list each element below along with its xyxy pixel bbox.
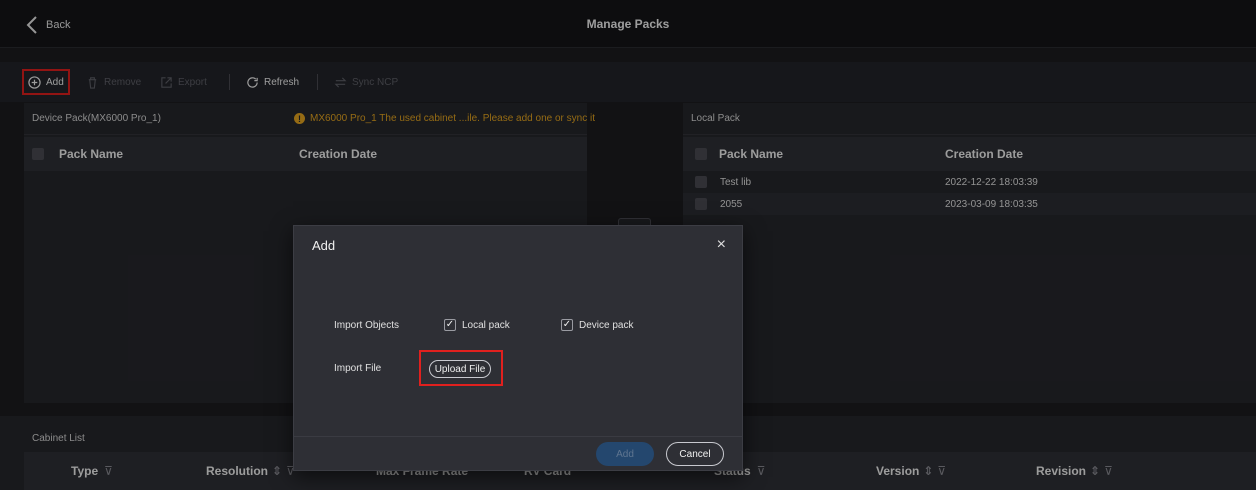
dialog-add-button[interactable]: Add [596, 442, 654, 466]
check-icon: ✓ [444, 319, 456, 331]
local-pack-checkbox[interactable]: ✓ Local pack [444, 319, 510, 331]
close-icon[interactable]: × [717, 236, 726, 254]
dialog-divider [294, 436, 742, 437]
local-pack-label: Local pack [462, 319, 510, 331]
upload-highlight: Upload File [419, 350, 503, 386]
add-dialog: Add × Import Objects ✓ Local pack ✓ Devi… [293, 225, 743, 471]
dialog-title: Add [312, 238, 336, 253]
import-objects-label: Import Objects [334, 320, 400, 331]
device-pack-label: Device pack [579, 319, 634, 331]
dialog-cancel-button[interactable]: Cancel [666, 442, 724, 466]
check-icon: ✓ [561, 319, 573, 331]
import-file-label: Import File [334, 363, 382, 374]
upload-file-button[interactable]: Upload File [429, 360, 491, 378]
device-pack-checkbox[interactable]: ✓ Device pack [561, 319, 633, 331]
